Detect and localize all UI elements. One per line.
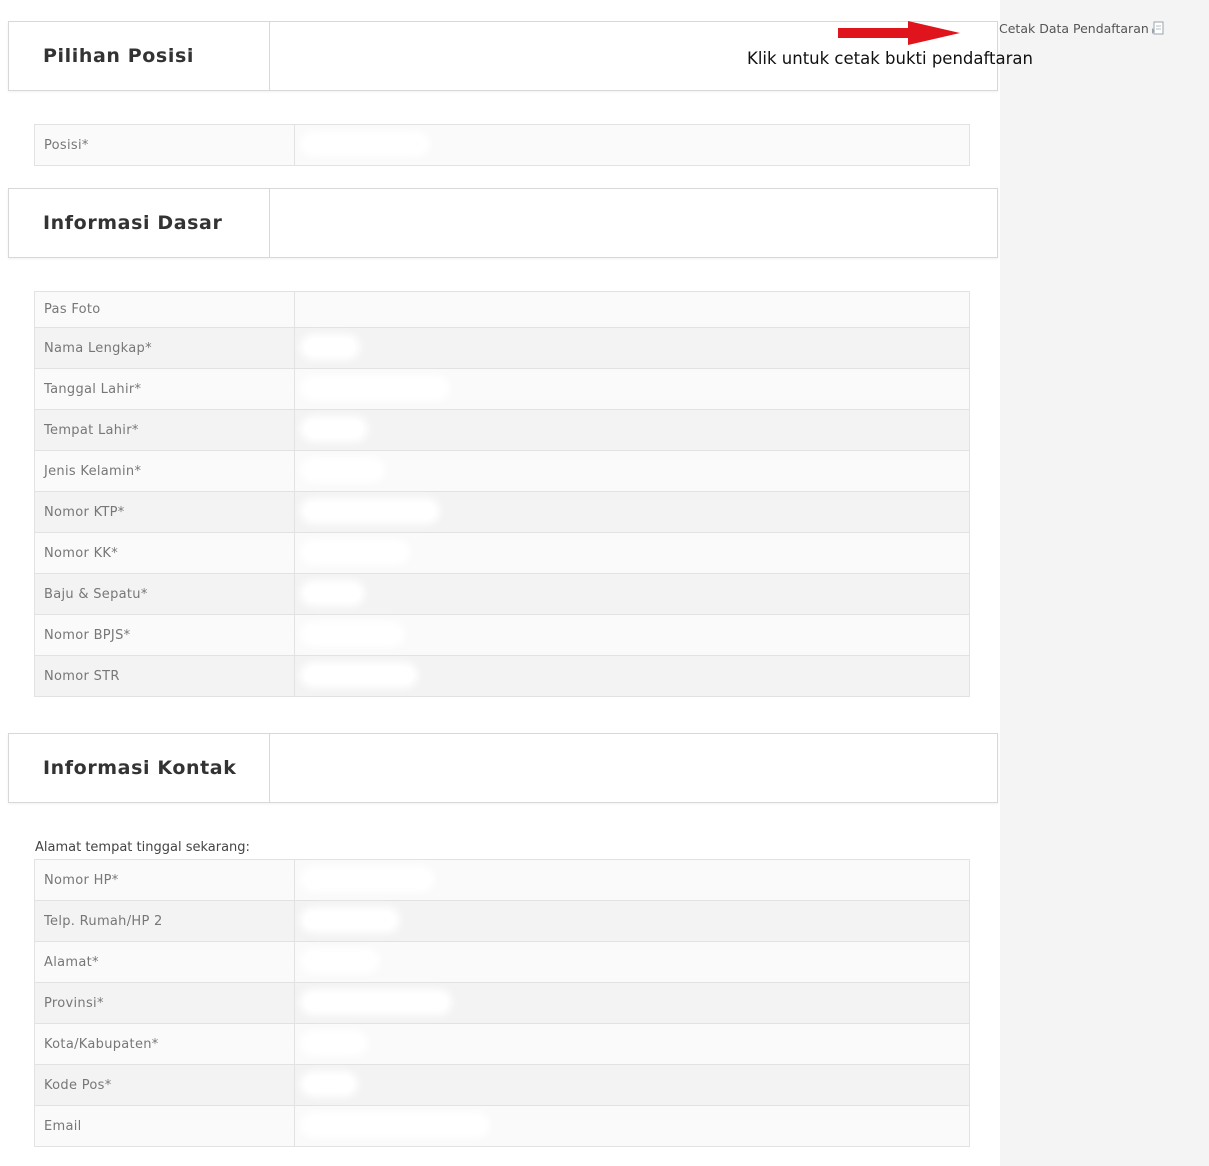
print-link-label: Cetak Data Pendaftaran — [999, 20, 1149, 36]
table-row: Alamat* — [34, 941, 970, 983]
print-instruction-annotation: Klik untuk cetak bukti pendaftaran — [747, 49, 1033, 68]
field-value-alamat — [294, 941, 970, 983]
section-header-informasi-dasar: Informasi Dasar — [8, 188, 998, 258]
table-row: Pas Foto — [34, 291, 970, 328]
field-label: Nomor HP* — [34, 859, 295, 901]
table-row: Provinsi* — [34, 982, 970, 1024]
field-label: Posisi* — [34, 124, 295, 166]
table-row: Nomor HP* — [34, 859, 970, 901]
registration-page: Pilihan Posisi Posisi* Informasi Dasar P… — [0, 0, 1000, 1166]
table-row: Posisi* — [34, 124, 970, 166]
field-label: Tanggal Lahir* — [34, 368, 295, 410]
field-label: Kota/Kabupaten* — [34, 1023, 295, 1065]
field-value-nomor-str — [294, 655, 970, 697]
informasi-kontak-table: Nomor HP* Telp. Rumah/HP 2 Alamat* Provi… — [34, 859, 970, 1147]
field-value-provinsi — [294, 982, 970, 1024]
field-label: Pas Foto — [34, 291, 295, 328]
field-label: Nomor STR — [34, 655, 295, 697]
field-label: Email — [34, 1105, 295, 1147]
table-row: Nama Lengkap* — [34, 327, 970, 369]
field-value-kota-kabupaten — [294, 1023, 970, 1065]
table-row: Baju & Sepatu* — [34, 573, 970, 615]
table-row: Tanggal Lahir* — [34, 368, 970, 410]
red-arrow-icon — [838, 21, 960, 45]
field-label: Baju & Sepatu* — [34, 573, 295, 615]
posisi-table: Posisi* — [34, 124, 970, 166]
field-label: Telp. Rumah/HP 2 — [34, 900, 295, 942]
field-value-telp-rumah — [294, 900, 970, 942]
field-label: Alamat* — [34, 941, 295, 983]
field-label: Tempat Lahir* — [34, 409, 295, 451]
table-row: Kode Pos* — [34, 1064, 970, 1106]
field-label: Provinsi* — [34, 982, 295, 1024]
section-header-informasi-kontak: Informasi Kontak — [8, 733, 998, 803]
table-row: Tempat Lahir* — [34, 409, 970, 451]
field-label: Nomor BPJS* — [34, 614, 295, 656]
section-title: Informasi Kontak — [9, 734, 270, 802]
address-caption: Alamat tempat tinggal sekarang: — [35, 840, 250, 855]
table-row: Nomor STR — [34, 655, 970, 697]
field-label: Jenis Kelamin* — [34, 450, 295, 492]
field-label: Nomor KK* — [34, 532, 295, 574]
field-value-baju-sepatu — [294, 573, 970, 615]
field-value-email — [294, 1105, 970, 1147]
field-value-nomor-hp — [294, 859, 970, 901]
table-row: Nomor BPJS* — [34, 614, 970, 656]
table-row: Jenis Kelamin* — [34, 450, 970, 492]
table-row: Nomor KK* — [34, 532, 970, 574]
field-value-nomor-bpjs — [294, 614, 970, 656]
field-label: Nomor KTP* — [34, 491, 295, 533]
field-value-kode-pos — [294, 1064, 970, 1106]
print-registration-link[interactable]: Cetak Data Pendaftaran — [999, 20, 1167, 36]
field-value-nomor-ktp — [294, 491, 970, 533]
section-title: Pilihan Posisi — [9, 22, 270, 90]
table-row: Telp. Rumah/HP 2 — [34, 900, 970, 942]
informasi-dasar-table: Pas Foto Nama Lengkap* Tanggal Lahir* Te… — [34, 291, 970, 697]
field-value-pas-foto — [294, 291, 970, 328]
field-value-tempat-lahir — [294, 409, 970, 451]
field-value-nomor-kk — [294, 532, 970, 574]
field-label: Nama Lengkap* — [34, 327, 295, 369]
field-value-jenis-kelamin — [294, 450, 970, 492]
field-value-posisi — [294, 124, 970, 166]
section-title: Informasi Dasar — [9, 189, 270, 257]
field-value-nama-lengkap — [294, 327, 970, 369]
table-row: Kota/Kabupaten* — [34, 1023, 970, 1065]
table-row: Email — [34, 1105, 970, 1147]
field-value-tanggal-lahir — [294, 368, 970, 410]
print-icon — [1151, 20, 1167, 36]
table-row: Nomor KTP* — [34, 491, 970, 533]
field-label: Kode Pos* — [34, 1064, 295, 1106]
